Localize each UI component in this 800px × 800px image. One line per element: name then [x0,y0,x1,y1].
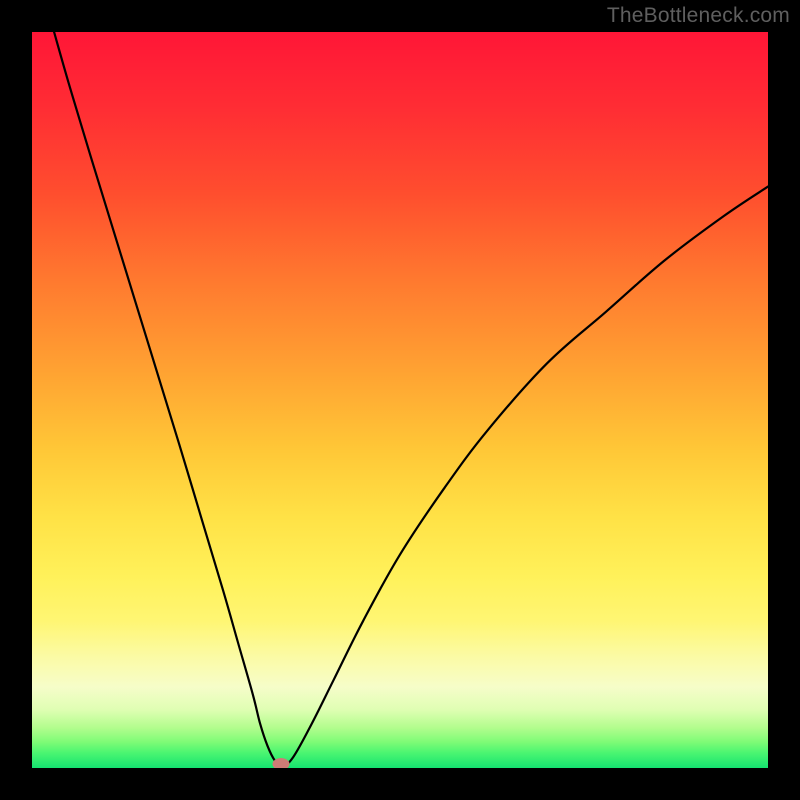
watermark-text: TheBottleneck.com [607,4,790,28]
chart-frame: TheBottleneck.com [0,0,800,800]
minimum-marker-icon [272,758,289,768]
plot-area [32,32,768,768]
curve-layer [32,32,768,768]
bottleneck-curve [54,32,768,767]
